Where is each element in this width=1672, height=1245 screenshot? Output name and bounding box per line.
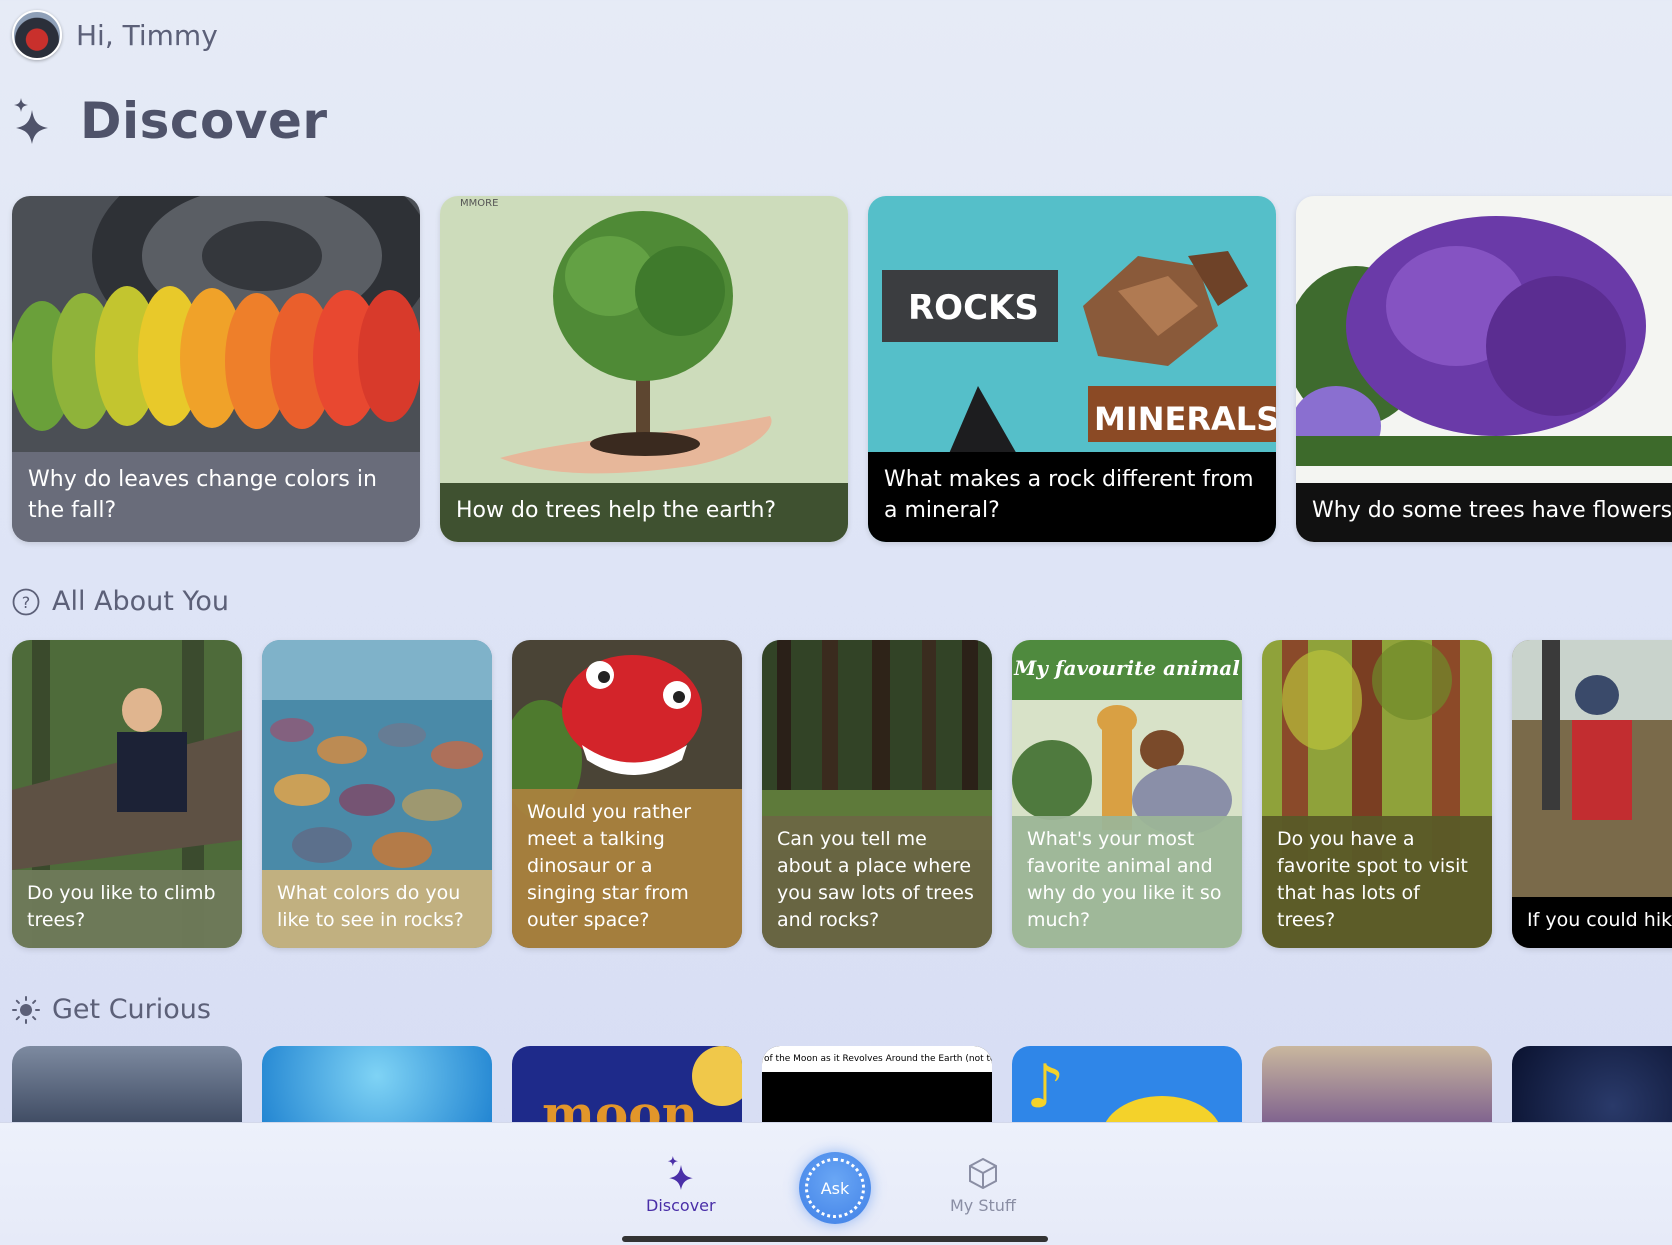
ask-button[interactable]: Ask xyxy=(799,1152,871,1224)
greeting: Hi, Timmy xyxy=(76,18,218,52)
nav-my-stuff[interactable]: My Stuff xyxy=(950,1156,1016,1215)
avatar[interactable] xyxy=(12,10,62,60)
about-card-rock-colors[interactable]: What colors do you like to see in rocks? xyxy=(262,640,492,948)
card-caption: What's your most favorite animal and why… xyxy=(1012,816,1242,948)
card-caption: Why do some trees have flowers? xyxy=(1296,483,1672,542)
about-card-hike[interactable]: If you could hike anywhere in the world,… xyxy=(1512,640,1672,948)
sun-icon xyxy=(12,995,40,1024)
page-title: Discover xyxy=(80,92,328,150)
featured-card-tree-flowers[interactable]: Why do some trees have flowers? xyxy=(1296,196,1672,542)
favourite-animal-label: My favourite animal xyxy=(1014,656,1240,680)
featured-card-leaves[interactable]: Why do leaves change colors in the fall? xyxy=(12,196,420,542)
about-card-favorite-spot[interactable]: Do you have a favorite spot to visit tha… xyxy=(1262,640,1492,948)
minerals-label: MINERALS xyxy=(1094,400,1276,438)
sparkle-icon xyxy=(667,1156,693,1190)
featured-card-trees-earth[interactable]: MMORE How do trees help the earth? xyxy=(440,196,848,542)
sparkle-icon xyxy=(14,98,48,144)
featured-card-rocks-minerals[interactable]: ROCKS MINERALS What makes a rock differe… xyxy=(868,196,1276,542)
moon-graphic xyxy=(692,1046,742,1106)
ask-ring xyxy=(805,1158,865,1218)
section-get-curious: Get Curious xyxy=(12,994,211,1025)
svg-text:?: ? xyxy=(22,593,31,612)
about-card-favorite-animal[interactable]: My favourite animal What's your most fav… xyxy=(1012,640,1242,948)
card-caption: Can you tell me about a place where you … xyxy=(762,816,992,948)
about-card-forest[interactable]: Can you tell me about a place where you … xyxy=(762,640,992,948)
section-title: All About You xyxy=(52,586,230,617)
card-caption: Would you rather meet a talking dinosaur… xyxy=(512,789,742,948)
about-card-climb[interactable]: Do you like to climb trees? xyxy=(12,640,242,948)
card-caption: If you could hike anywhere in the world,… xyxy=(1512,897,1672,948)
box-icon xyxy=(968,1157,997,1190)
nav-label: My Stuff xyxy=(950,1196,1016,1215)
card-caption: Do you have a favorite spot to visit tha… xyxy=(1262,816,1492,948)
moon-phase-caption: of the Moon as it Revolves Around the Ea… xyxy=(762,1046,992,1072)
card-caption: Why do leaves change colors in the fall? xyxy=(12,452,420,542)
section-title: Get Curious xyxy=(52,994,211,1025)
section-all-about-you: ? All About You xyxy=(12,586,229,617)
title-row: Discover xyxy=(12,92,328,150)
header: Hi, Timmy xyxy=(12,10,218,60)
nav-label: Discover xyxy=(646,1196,716,1215)
featured-row: Why do leaves change colors in the fall?… xyxy=(12,196,1672,542)
about-you-row: Do you like to climb trees? What colors … xyxy=(12,640,1672,948)
watermark: MMORE xyxy=(460,198,499,209)
nav-discover[interactable]: Discover xyxy=(646,1156,716,1215)
card-caption: How do trees help the earth? xyxy=(440,483,848,542)
card-caption: What colors do you like to see in rocks? xyxy=(262,870,492,948)
music-note-icon: ♪ xyxy=(1026,1052,1065,1122)
about-card-dinosaur[interactable]: Would you rather meet a talking dinosaur… xyxy=(512,640,742,948)
question-circle-icon: ? xyxy=(12,588,40,615)
rocks-label: ROCKS xyxy=(908,288,1039,328)
home-indicator xyxy=(622,1236,1048,1242)
card-caption: What makes a rock different from a miner… xyxy=(868,452,1276,542)
card-caption: Do you like to climb trees? xyxy=(12,870,242,948)
